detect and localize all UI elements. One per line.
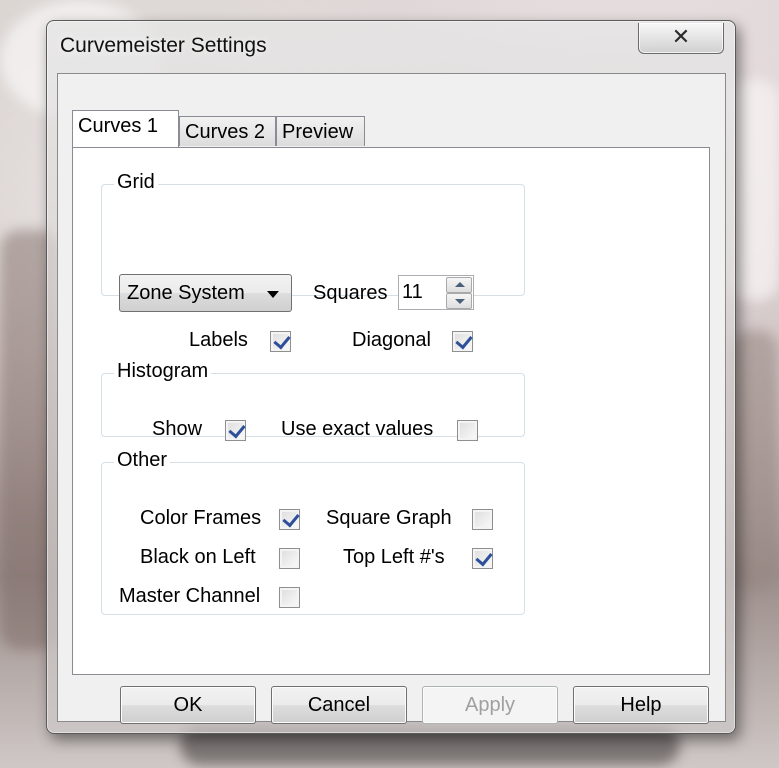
show-checkbox[interactable] [225, 420, 246, 441]
black-on-left-label: Black on Left [140, 546, 256, 568]
top-left-label: Top Left #'s [343, 546, 445, 568]
square-graph-checkbox[interactable] [472, 509, 493, 530]
ok-button[interactable]: OK [120, 686, 256, 724]
apply-button[interactable]: Apply [422, 686, 558, 724]
spin-down-button[interactable] [446, 293, 472, 309]
labels-checkbox[interactable] [270, 331, 291, 352]
color-frames-label: Color Frames [140, 507, 262, 529]
grid-group-label: Grid [114, 171, 158, 194]
exact-values-label: Use exact values [281, 418, 434, 440]
arrow-down-icon [455, 299, 465, 304]
chevron-down-icon [267, 291, 279, 298]
tab-panel-curves-1: Grid Zone System Squares 11 Labels Diago… [72, 147, 710, 675]
master-channel-checkbox[interactable] [279, 587, 300, 608]
cancel-button[interactable]: Cancel [271, 686, 407, 724]
squares-label: Squares [313, 282, 388, 304]
histogram-group-label: Histogram [114, 360, 212, 383]
dialog-client-area: Curves 1 Curves 2 Preview Grid Zone Syst… [57, 73, 726, 724]
top-left-checkbox[interactable] [472, 548, 493, 569]
spin-up-button[interactable] [446, 277, 472, 293]
diagonal-checkbox[interactable] [452, 331, 473, 352]
settings-dialog: Curvemeister Settings ✕ Curves 1 Curves … [46, 20, 736, 734]
arrow-up-icon [455, 282, 465, 287]
squares-value: 11 [402, 281, 423, 303]
tab-label: Curves 1 [78, 115, 159, 137]
background-blur [730, 330, 778, 590]
window-title: Curvemeister Settings [60, 34, 267, 57]
tab-preview[interactable]: Preview [276, 116, 365, 146]
master-channel-label: Master Channel [119, 585, 261, 607]
square-graph-label: Square Graph [326, 507, 452, 529]
close-icon: ✕ [671, 25, 691, 50]
tab-label: Preview [282, 121, 354, 143]
squares-stepper[interactable]: 11 [398, 275, 474, 310]
grid-type-dropdown[interactable]: Zone System [119, 274, 292, 312]
tab-curves-1[interactable]: Curves 1 [72, 110, 179, 147]
show-label: Show [152, 418, 203, 440]
dropdown-value: Zone System [127, 282, 245, 304]
black-on-left-checkbox[interactable] [279, 548, 300, 569]
tab-curves-2[interactable]: Curves 2 [179, 116, 276, 146]
exact-values-checkbox[interactable] [457, 420, 478, 441]
diagonal-label: Diagonal [352, 329, 431, 351]
labels-label: Labels [189, 329, 248, 351]
help-button[interactable]: Help [573, 686, 709, 724]
other-group-label: Other [114, 449, 171, 472]
tab-label: Curves 2 [185, 121, 266, 143]
close-button[interactable]: ✕ [638, 23, 724, 54]
color-frames-checkbox[interactable] [279, 509, 300, 530]
